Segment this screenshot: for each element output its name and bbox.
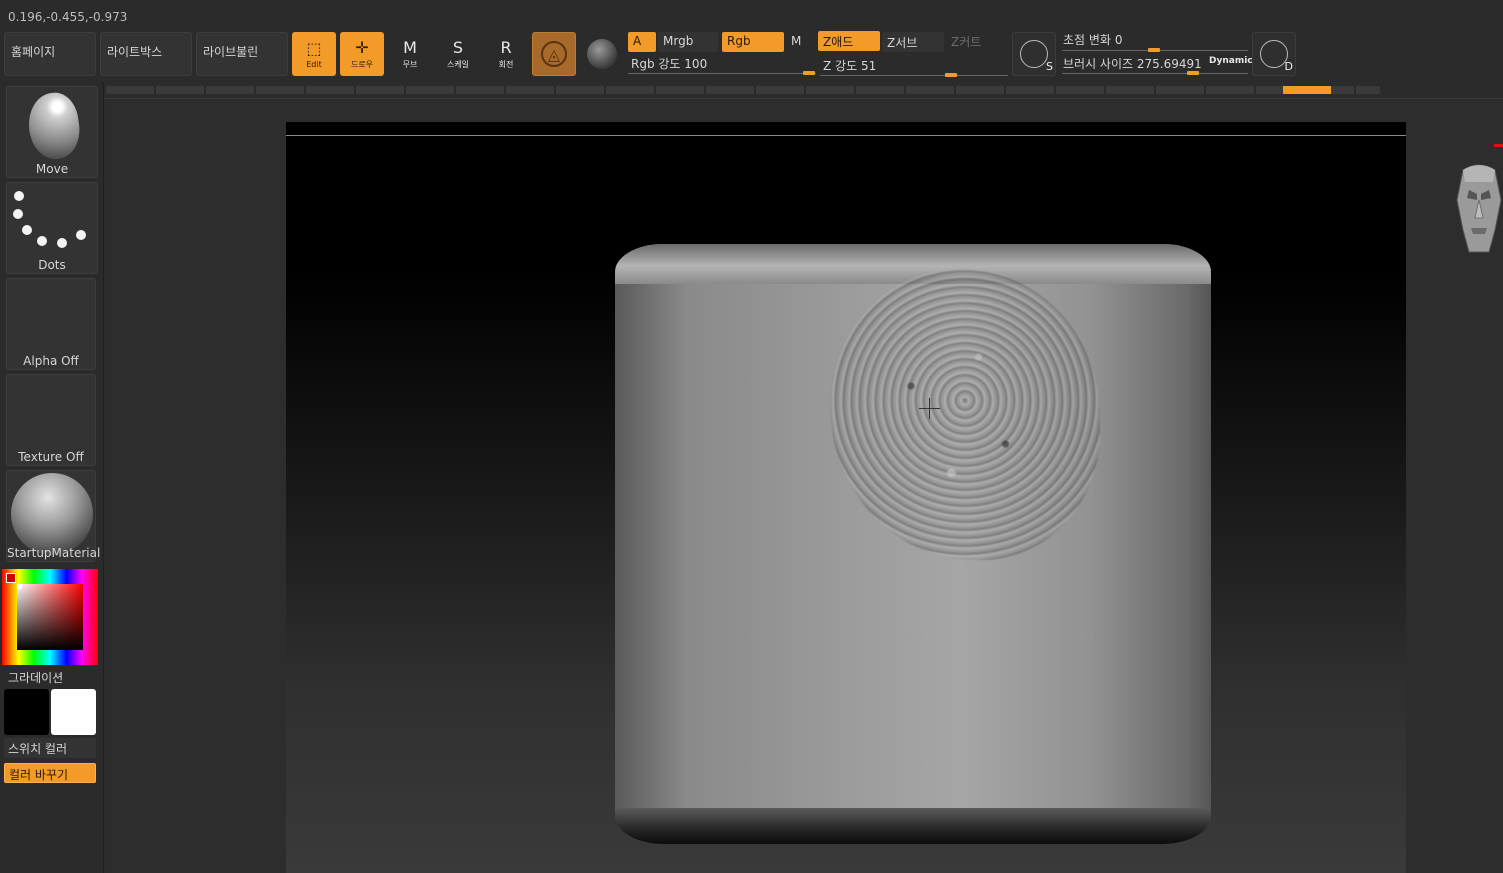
brush-slot[interactable]: Move <box>6 86 98 178</box>
secondary-color-swatch[interactable] <box>51 689 96 735</box>
draw-size-value: 275.69491 <box>1136 57 1202 71</box>
draw-size-label: 브러시 사이즈 <box>1063 57 1134 71</box>
draw-icon: ✛ <box>355 37 369 57</box>
focal-shift-knob[interactable] <box>1148 48 1160 52</box>
z-intensity-knob[interactable] <box>945 73 957 77</box>
mrgb-toggle[interactable]: Mrgb <box>658 32 718 52</box>
z-intensity-value: 51 <box>860 59 877 73</box>
move-icon: M <box>403 37 417 57</box>
material-slot[interactable]: StartupMaterial <box>6 470 100 562</box>
target-d-icon: D <box>1260 40 1293 73</box>
sphere-material-button[interactable] <box>580 32 624 76</box>
edit-icon: ⬚ <box>306 38 322 58</box>
axis-marker <box>1494 144 1503 147</box>
orientation-head-icon[interactable] <box>1455 160 1503 258</box>
alpha-slot[interactable]: Alpha Off <box>6 278 96 370</box>
z-intensity-label: Z 강도 <box>823 59 858 73</box>
material-button[interactable]: ◬ <box>532 32 576 76</box>
draw-size-slider[interactable]: 브러시 사이즈 275.69491 <box>1063 55 1202 72</box>
dynamic-toggle[interactable]: Dynamic <box>1209 56 1253 66</box>
scale-icon: S <box>452 37 464 57</box>
home-button[interactable]: 홈페이지 <box>4 32 96 76</box>
texture-slot[interactable]: Texture Off <box>6 374 96 466</box>
rotate-button[interactable]: R 회전 <box>484 32 528 76</box>
rgb-intensity-slider[interactable]: Rgb 강도 100 <box>631 55 707 72</box>
change-color-button[interactable]: 컬러 바꾸기 <box>4 763 96 783</box>
sym-d-button[interactable]: D <box>1252 32 1296 76</box>
color-picker-marker[interactable] <box>17 584 22 589</box>
sphere-icon <box>587 39 617 69</box>
zcut-toggle[interactable]: Z커트 <box>946 31 1006 51</box>
target-s-icon: S <box>1020 40 1053 73</box>
rgb-intensity-label: Rgb 강도 <box>631 57 681 71</box>
move-button[interactable]: M 무브 <box>388 32 432 76</box>
rotate-icon: R <box>500 37 512 57</box>
focal-shift-value: 0 <box>1114 33 1123 47</box>
liveboolean-button[interactable]: 라이브불린 <box>196 32 288 76</box>
left-shelf: Move Dots Alpha Off Texture Off StartupM… <box>0 82 104 873</box>
main-color-swatch[interactable] <box>4 689 49 735</box>
switch-color-button[interactable]: 스위치 컬러 <box>4 738 96 758</box>
rgb-intensity-value: 100 <box>684 57 708 71</box>
color-saturation-square[interactable] <box>17 584 83 650</box>
lightbox-button[interactable]: 라이트박스 <box>100 32 192 76</box>
zadd-toggle[interactable]: Z애드 <box>818 31 880 51</box>
rgb-intensity-knob[interactable] <box>803 71 815 75</box>
rgb-toggle[interactable]: Rgb <box>722 32 784 52</box>
focal-shift-slider[interactable]: 초점 변화 0 <box>1063 31 1122 48</box>
gradient-toggle[interactable]: 그라데이션 <box>8 669 63 686</box>
zsub-toggle[interactable]: Z서브 <box>882 32 944 52</box>
brush-cursor-icon <box>919 398 940 419</box>
tool-strip <box>106 86 1380 94</box>
document-top-edge <box>286 122 1406 136</box>
zbrush-window: 0.196,-0.455,-0.973 홈페이지 라이트박스 라이브불린 ⬚ E… <box>0 0 1503 873</box>
material-ring-icon: ◬ <box>541 41 567 67</box>
z-intensity-track <box>820 75 1008 76</box>
draw-button[interactable]: ✛ 드로우 <box>340 32 384 76</box>
move-brush-icon <box>24 89 84 163</box>
focal-shift-label: 초점 변화 <box>1063 33 1111 47</box>
cylinder-bottom-rim <box>615 808 1211 844</box>
rgb-intensity-track <box>628 73 816 74</box>
tool-strip-active[interactable] <box>1283 86 1331 94</box>
material-sphere-icon <box>11 473 93 555</box>
sym-s-button[interactable]: S <box>1012 32 1056 76</box>
active-color-indicator <box>6 573 16 583</box>
a-toggle[interactable]: A <box>628 32 656 52</box>
draw-size-track <box>1062 73 1248 74</box>
stroke-slot[interactable]: Dots <box>6 182 98 274</box>
m-toggle[interactable]: M <box>786 32 814 52</box>
scale-button[interactable]: S 스케일 <box>436 32 480 76</box>
edit-button[interactable]: ⬚ Edit <box>292 32 336 76</box>
top-toolbar: 홈페이지 라이트박스 라이브불린 ⬚ Edit ✛ 드로우 M 무브 S 스케일… <box>0 28 1503 82</box>
color-picker[interactable] <box>2 569 98 665</box>
coordinate-readout: 0.196,-0.455,-0.973 <box>8 10 128 24</box>
dots-stroke-icon <box>14 191 24 201</box>
z-intensity-slider[interactable]: Z 강도 51 <box>823 57 876 74</box>
draw-size-knob[interactable] <box>1187 71 1199 75</box>
